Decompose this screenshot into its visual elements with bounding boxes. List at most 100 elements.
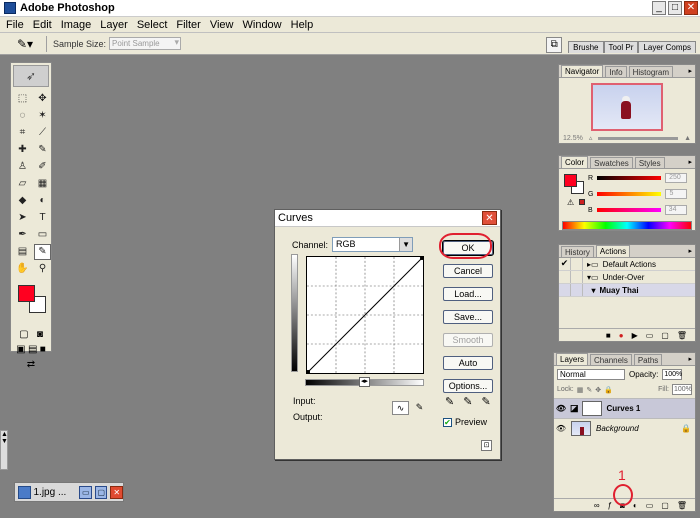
load-button[interactable]: Load... [443, 287, 493, 301]
tab-paths[interactable]: Paths [633, 354, 663, 365]
fill-input[interactable]: 100% [672, 384, 692, 395]
tab-tool-presets[interactable]: Tool Pr [603, 41, 639, 53]
tab-styles[interactable]: Styles [634, 157, 665, 168]
navigator-thumbnail[interactable] [591, 83, 663, 131]
layer-mask-thumbnail[interactable] [581, 401, 602, 416]
minimize-button[interactable]: _ [652, 1, 666, 15]
notes-tool-icon[interactable]: ▤ [14, 244, 31, 260]
tab-layers[interactable]: Layers [556, 353, 589, 365]
tab-history[interactable]: History [561, 246, 594, 257]
action-toggle-check[interactable]: ✔ [559, 258, 571, 270]
tab-actions[interactable]: Actions [595, 245, 631, 257]
layer-row-curves[interactable]: 👁 ◪ Curves 1 [554, 398, 695, 418]
curve-point-tool-icon[interactable]: ∿ [392, 401, 409, 415]
action-dialog-toggle[interactable] [571, 284, 583, 296]
left-scrollbar[interactable]: ▲ ▼ [0, 430, 8, 470]
gamut-warning-swatch[interactable] [579, 199, 585, 205]
move-tool-icon[interactable]: ✥ [34, 91, 51, 107]
new-action-icon[interactable]: ▢ [661, 331, 669, 340]
full-screen-mode-icon[interactable]: ■ [40, 344, 46, 355]
maximize-button[interactable]: □ [668, 1, 682, 15]
action-item-row[interactable]: ▾ Muay Thai [559, 284, 695, 297]
green-slider[interactable] [597, 192, 662, 196]
jump-to-imageready-icon[interactable]: ⇄ [27, 359, 35, 370]
cancel-button[interactable]: Cancel [443, 264, 493, 278]
action-dialog-toggle[interactable] [571, 258, 583, 270]
panel-menu-icon[interactable]: ▸ [688, 158, 692, 166]
standard-mode-icon[interactable]: ▢ [19, 329, 28, 340]
curve-line[interactable] [307, 257, 423, 373]
tab-swatches[interactable]: Swatches [590, 157, 633, 168]
doc-restore-button[interactable]: ▢ [94, 485, 108, 499]
hand-tool-icon[interactable]: ✋ [14, 261, 31, 277]
layer-thumbnail[interactable] [571, 421, 591, 436]
lock-transparency-icon[interactable]: ▦ [577, 386, 584, 394]
action-set-row[interactable]: ✔ ▸▭ Default Actions [559, 258, 695, 271]
action-toggle-check[interactable] [559, 284, 571, 296]
expand-dialog-icon[interactable]: ⊡ [481, 440, 492, 451]
path-selection-tool-icon[interactable]: ➤ [14, 210, 31, 226]
full-screen-menu-mode-icon[interactable]: ▤ [28, 344, 37, 355]
menu-view[interactable]: View [210, 19, 234, 31]
tab-info[interactable]: Info [605, 66, 627, 77]
black-point-eyedropper-icon[interactable]: ✎ [445, 395, 454, 408]
tab-brushes[interactable]: Brushe [568, 41, 604, 53]
doc-minimize-button[interactable]: ▭ [79, 485, 92, 499]
tab-channels[interactable]: Channels [590, 354, 632, 365]
blend-mode-select[interactable]: Normal [557, 369, 625, 380]
zoom-slider[interactable] [598, 136, 679, 140]
save-button[interactable]: Save... [443, 310, 493, 324]
action-toggle-check[interactable] [559, 271, 571, 283]
dodge-tool-icon[interactable]: ◐ [34, 193, 51, 209]
new-group-icon[interactable]: ▭ [646, 501, 654, 510]
menu-help[interactable]: Help [291, 19, 314, 31]
marquee-tool-icon[interactable]: ⬚ [14, 91, 31, 107]
curve-endpoint-white[interactable] [420, 257, 423, 260]
red-value[interactable]: 250 [665, 173, 688, 183]
file-browser-icon[interactable]: ⧉ [546, 37, 563, 53]
menu-image[interactable]: Image [61, 19, 92, 31]
clone-stamp-tool-icon[interactable]: ♙ [14, 159, 31, 175]
shape-tool-icon[interactable]: ▭ [34, 227, 51, 243]
panel-menu-icon[interactable]: ▸ [688, 247, 692, 255]
quick-mask-mode-icon[interactable]: ◙ [37, 329, 43, 340]
chevron-down-icon[interactable]: ▼ [399, 238, 413, 251]
menu-file[interactable]: File [6, 19, 24, 31]
curve-endpoint-black[interactable] [307, 370, 310, 373]
zoom-out-icon[interactable]: ▵ [589, 134, 593, 142]
panel-menu-icon[interactable]: ▸ [688, 67, 692, 75]
tab-color[interactable]: Color [561, 156, 589, 168]
eyedropper-tool-icon[interactable]: ✎ [34, 244, 51, 260]
lock-all-icon[interactable]: 🔒 [604, 386, 613, 394]
white-point-eyedropper-icon[interactable]: ✎ [481, 395, 490, 408]
gradient-tool-icon[interactable]: ▦ [34, 176, 51, 192]
play-icon[interactable]: ▶ [632, 331, 638, 340]
tab-histogram[interactable]: Histogram [628, 66, 674, 77]
blue-slider[interactable] [596, 208, 661, 212]
foreground-color-swatch[interactable] [18, 285, 35, 302]
close-button[interactable]: ✕ [684, 1, 698, 15]
lasso-tool-icon[interactable]: ◌ [14, 108, 31, 124]
trash-icon[interactable]: 🗑 [677, 501, 687, 510]
gray-point-eyedropper-icon[interactable]: ✎ [463, 395, 472, 408]
menu-edit[interactable]: Edit [33, 19, 52, 31]
eye-icon[interactable]: 👁 [554, 424, 568, 433]
auto-button[interactable]: Auto [443, 356, 493, 370]
panel-menu-icon[interactable]: ▸ [688, 355, 692, 363]
tab-navigator[interactable]: Navigator [561, 65, 604, 77]
menu-window[interactable]: Window [243, 19, 282, 31]
opacity-input[interactable]: 100% [662, 369, 683, 380]
zoom-tool-icon[interactable]: ⚲ [34, 261, 51, 277]
minimized-document-window[interactable]: 1.jpg ... ▭ ▢ ✕ [14, 482, 124, 502]
pencil-tool-icon[interactable]: ✎ [411, 401, 428, 415]
standard-screen-mode-icon[interactable]: ▣ [16, 344, 25, 355]
sample-size-select[interactable]: Point Sample [109, 37, 182, 50]
tab-layer-comps[interactable]: Layer Comps [638, 41, 696, 53]
menu-layer[interactable]: Layer [100, 19, 128, 31]
menu-filter[interactable]: Filter [176, 19, 200, 31]
eyedropper-tool-preset-icon[interactable]: ✎▾ [10, 36, 40, 52]
history-brush-tool-icon[interactable]: ✐ [34, 159, 51, 175]
red-slider[interactable] [597, 176, 662, 180]
new-set-icon[interactable]: ▭ [646, 331, 654, 340]
action-set-row[interactable]: ▾▭ Under-Over [559, 271, 695, 284]
